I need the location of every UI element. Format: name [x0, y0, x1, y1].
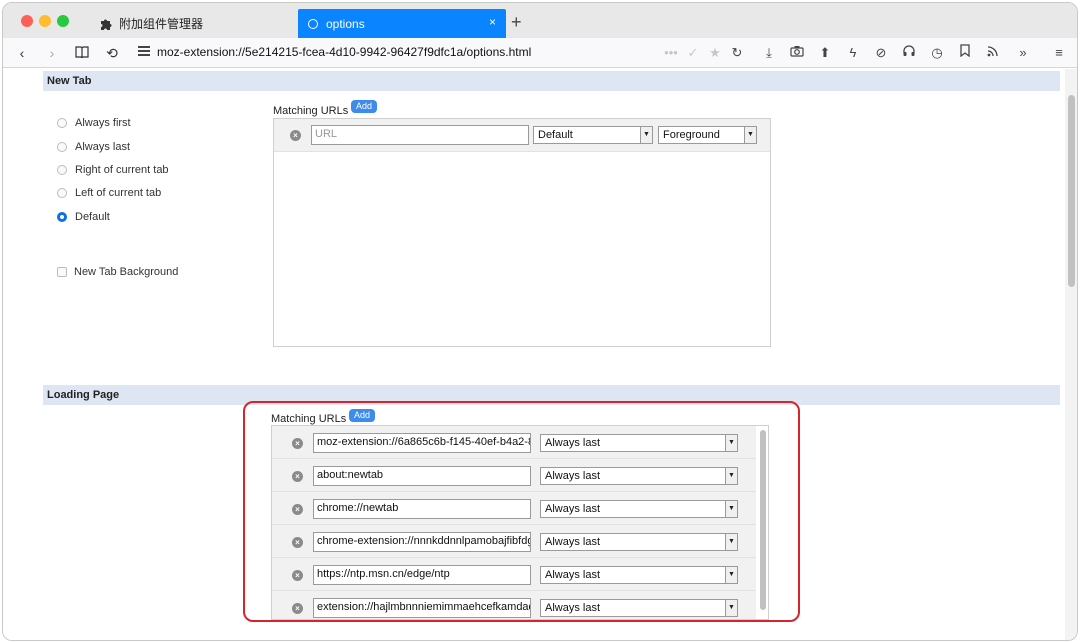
mode-select[interactable]: Foreground ▼ — [658, 126, 757, 144]
compass-icon[interactable]: ⊘ — [871, 43, 891, 63]
back-icon[interactable]: ‹ — [13, 43, 31, 63]
select-value: Default — [538, 129, 573, 141]
tab-label: 附加组件管理器 — [119, 17, 204, 31]
matching-urls-label: Matching URLs — [273, 105, 349, 117]
hamburger-menu-icon[interactable]: ≡ — [1049, 43, 1069, 63]
checkbox-new-tab-background[interactable]: New Tab Background — [57, 266, 178, 278]
history-icon[interactable]: ⟲ — [103, 43, 121, 63]
radio-button[interactable] — [57, 165, 67, 175]
browser-window: 附加组件管理器 options × + ‹ › ⟲ moz-extension:… — [2, 2, 1078, 641]
radio-label: Always last — [75, 141, 131, 153]
rss-icon[interactable] — [983, 43, 1003, 63]
rocket-icon[interactable]: ⬆ — [815, 43, 835, 63]
download-icon[interactable]: ⤓ — [759, 43, 779, 63]
close-window-button[interactable] — [21, 15, 33, 27]
forward-icon[interactable]: › — [43, 43, 61, 63]
url-input[interactable]: URL — [311, 125, 529, 145]
tab-label: options — [326, 16, 365, 31]
checkbox[interactable] — [57, 267, 67, 277]
select-value: Foreground — [663, 129, 720, 141]
puzzle-icon — [99, 17, 113, 31]
radio-button[interactable] — [57, 142, 67, 152]
tab-addons-manager[interactable]: 附加组件管理器 — [91, 9, 296, 38]
radio-default[interactable]: Default — [57, 211, 110, 223]
new-tab-button[interactable]: + — [511, 13, 522, 31]
radio-left-of-current[interactable]: Left of current tab — [57, 187, 161, 199]
radio-label: Default — [75, 211, 110, 223]
reader-book-icon[interactable] — [73, 43, 91, 63]
tab-options[interactable]: options × — [298, 9, 506, 38]
page-menu-icon[interactable] — [138, 46, 150, 56]
navigation-bar: ‹ › ⟲ moz-extension://5e214215-fcea-4d10… — [3, 38, 1077, 68]
dropdown-arrow-icon: ▼ — [744, 127, 756, 143]
radio-always-first[interactable]: Always first — [57, 117, 131, 129]
loading-ring-icon — [308, 18, 318, 29]
camera-icon[interactable] — [787, 43, 807, 63]
address-url[interactable]: moz-extension://5e214215-fcea-4d10-9942-… — [157, 45, 531, 59]
zoom-window-button[interactable] — [57, 15, 69, 27]
radio-button-selected[interactable] — [57, 212, 67, 222]
radio-label: Left of current tab — [75, 187, 162, 199]
rule-row: × URL Default ▼ Foreground ▼ — [274, 119, 770, 152]
position-select[interactable]: Default ▼ — [533, 126, 653, 144]
add-rule-button[interactable]: Add — [351, 100, 378, 113]
radio-label: Right of current tab — [75, 164, 169, 176]
remove-rule-icon[interactable]: × — [290, 130, 301, 141]
lightning-icon[interactable]: ϟ — [843, 43, 863, 63]
close-tab-icon[interactable]: × — [489, 15, 496, 29]
overflow-chevrons-icon[interactable]: » — [1013, 43, 1033, 63]
checkmark-icon[interactable]: ✓ — [683, 43, 703, 63]
highlight-annotation-box — [243, 401, 800, 622]
radio-label: Always first — [75, 117, 131, 129]
clock-icon[interactable]: ◷ — [927, 43, 947, 63]
page-scrollbar-thumb[interactable] — [1068, 95, 1075, 287]
radio-always-last[interactable]: Always last — [57, 141, 130, 153]
radio-button[interactable] — [57, 118, 67, 128]
radio-right-of-current[interactable]: Right of current tab — [57, 164, 169, 176]
bookmark-icon[interactable] — [955, 43, 975, 63]
dropdown-arrow-icon: ▼ — [640, 127, 652, 143]
minimize-window-button[interactable] — [39, 15, 51, 27]
tab-bar: 附加组件管理器 options × + — [3, 3, 1077, 38]
headphones-icon[interactable] — [899, 43, 919, 63]
section-header-new-tab: New Tab — [43, 71, 1060, 91]
new-tab-rules-panel: × URL Default ▼ Foreground ▼ — [273, 118, 771, 347]
checkbox-label: New Tab Background — [74, 266, 179, 278]
radio-button[interactable] — [57, 188, 67, 198]
reload-icon[interactable]: ↻ — [727, 43, 747, 63]
more-dots-icon[interactable]: ••• — [661, 43, 681, 63]
bookmark-star-icon[interactable]: ★ — [705, 43, 725, 63]
